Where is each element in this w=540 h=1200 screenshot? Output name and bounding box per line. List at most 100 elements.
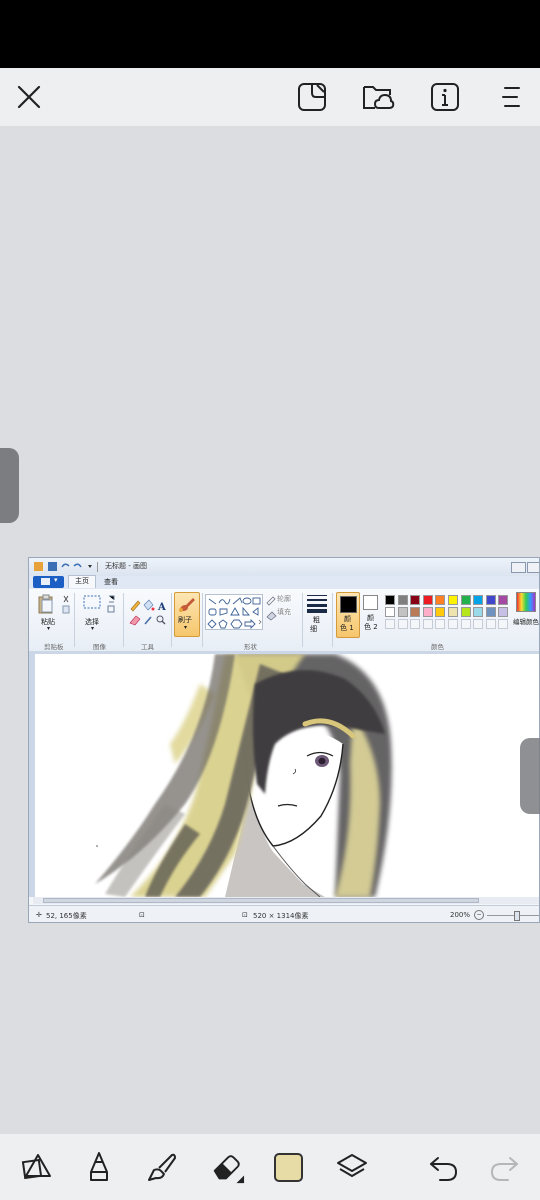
current-color-swatch[interactable] (273, 1152, 303, 1182)
cloud-folder-icon[interactable] (361, 81, 395, 113)
side-panel-handle[interactable] (0, 448, 19, 523)
shapes-icon[interactable] (18, 1149, 54, 1185)
ribbon-separator (74, 593, 75, 647)
select-dropdown-arrow: ▾ (91, 625, 95, 632)
palette-empty-swatch (435, 619, 446, 629)
paint-titlebar: 无标题 - 画图 (29, 558, 539, 576)
size-icon (307, 595, 327, 613)
color1-button: 颜 色 1 (336, 592, 360, 638)
select-icon (83, 595, 115, 613)
ribbon-separator (332, 593, 333, 647)
palette-swatch (485, 595, 496, 605)
palette-swatch (385, 595, 395, 605)
paste-icon (38, 594, 70, 614)
paint-ribbon: 粘贴 ▾ 剪贴板 选择 ▾ 图像 A 工具 刷子 ▾ 轮廓 填充 形状 粗 细 … (29, 589, 539, 652)
color2-swatch (363, 595, 378, 610)
palette-empty-swatch (498, 619, 509, 629)
image-size: 520 × 1314像素 (253, 912, 309, 920)
paint-tabs: ▾ 主页 查看 (29, 575, 539, 589)
palette-empty-swatch (473, 619, 484, 629)
palette-empty-swatch (422, 619, 433, 629)
zoom-level: 200% (450, 911, 471, 919)
brush-icon[interactable] (144, 1149, 180, 1185)
image-group-label: 图像 (93, 643, 106, 651)
paint-statusbar: ✛ 52, 165像素 ⊡ ⊡ 520 × 1314像素 200% − (29, 905, 539, 922)
fill-label: 填充 (277, 608, 291, 616)
edit-colors-icon (516, 592, 536, 612)
cursor-position-icon: ✛ (36, 911, 42, 919)
eraser-icon[interactable] (209, 1149, 245, 1185)
color2-label-2: 色 2 (364, 623, 378, 631)
image-size-icon: ⊡ (242, 911, 248, 919)
edit-colors-label: 编辑颜色 (513, 618, 539, 626)
palette-empty-swatch (485, 619, 496, 629)
shapes-gallery (205, 594, 263, 630)
paint-horizontal-scrollbar (33, 897, 539, 904)
svg-text:A: A (157, 602, 166, 613)
minimize-button (511, 562, 526, 573)
undo-icon[interactable] (426, 1149, 462, 1185)
shape-edit-icon[interactable] (295, 81, 329, 113)
palette-empty-swatch (460, 619, 471, 629)
paint-window-title: 无标题 - 画图 (105, 562, 147, 570)
maximize-button (527, 562, 539, 573)
palette-swatch (397, 595, 408, 605)
top-toolbar (0, 68, 540, 126)
paste-dropdown-arrow: ▾ (47, 625, 51, 632)
selection-size-icon: ⊡ (139, 911, 145, 919)
palette-swatch (448, 595, 458, 605)
imported-paint-screenshot: 无标题 - 画图 ▾ 主页 查看 粘贴 ▾ 剪贴板 选择 ▾ 图像 A 工具 刷… (28, 557, 540, 923)
paint-canvas (35, 654, 539, 897)
palette-swatch (397, 607, 408, 617)
zoom-slider-track (487, 915, 539, 916)
cursor-position: 52, 165像素 (46, 912, 87, 920)
status-bar (0, 0, 540, 68)
pencil-icon[interactable] (81, 1149, 117, 1185)
file-tab: ▾ (33, 576, 64, 588)
palette-swatch (460, 607, 471, 617)
redo-icon[interactable] (486, 1149, 522, 1185)
palette-swatch (435, 607, 446, 617)
color1-label-2: 色 1 (340, 624, 354, 632)
brushes-dropdown-arrow: ▾ (184, 624, 188, 631)
info-icon[interactable] (428, 81, 462, 113)
tab-home: 主页 (68, 575, 96, 588)
zoom-out-icon: − (474, 910, 484, 920)
palette-swatch (410, 607, 421, 617)
ribbon-separator (123, 593, 124, 647)
layers-icon[interactable] (334, 1149, 370, 1185)
palette-swatch (435, 595, 446, 605)
colors-group-label: 颜色 (431, 643, 444, 651)
ribbon-separator (202, 593, 203, 647)
clipboard-group-label: 剪贴板 (44, 643, 64, 651)
character-drawing (95, 654, 392, 897)
close-icon[interactable] (12, 81, 46, 113)
palette-empty-swatch (397, 619, 408, 629)
palette-swatch (473, 607, 484, 617)
palette-swatch (422, 595, 433, 605)
palette-swatch (422, 607, 433, 617)
outline-label: 轮廓 (277, 595, 291, 603)
palette-swatch (385, 607, 395, 617)
quick-access-icons (34, 562, 98, 572)
canvas-scroll-handle[interactable] (520, 738, 540, 814)
menu-icon[interactable] (494, 81, 528, 113)
palette-swatch (498, 607, 509, 617)
tools-icons: A (129, 599, 166, 626)
palette-swatch (460, 595, 471, 605)
color1-swatch (340, 596, 357, 613)
brushes-button: 刷子 ▾ (174, 592, 200, 637)
palette-empty-swatch (410, 619, 421, 629)
zoom-slider-thumb (514, 911, 520, 921)
ribbon-separator (302, 593, 303, 647)
palette-swatch (448, 607, 458, 617)
tools-group-label: 工具 (141, 643, 154, 651)
palette-empty-swatch (385, 619, 395, 629)
palette-swatch (485, 607, 496, 617)
brush-icon (179, 598, 195, 612)
palette-swatch (473, 595, 484, 605)
color-swatch[interactable] (270, 1149, 306, 1185)
palette-swatch (410, 595, 421, 605)
bottom-toolbar (0, 1134, 540, 1200)
paint-scroll-thumb (43, 898, 479, 903)
